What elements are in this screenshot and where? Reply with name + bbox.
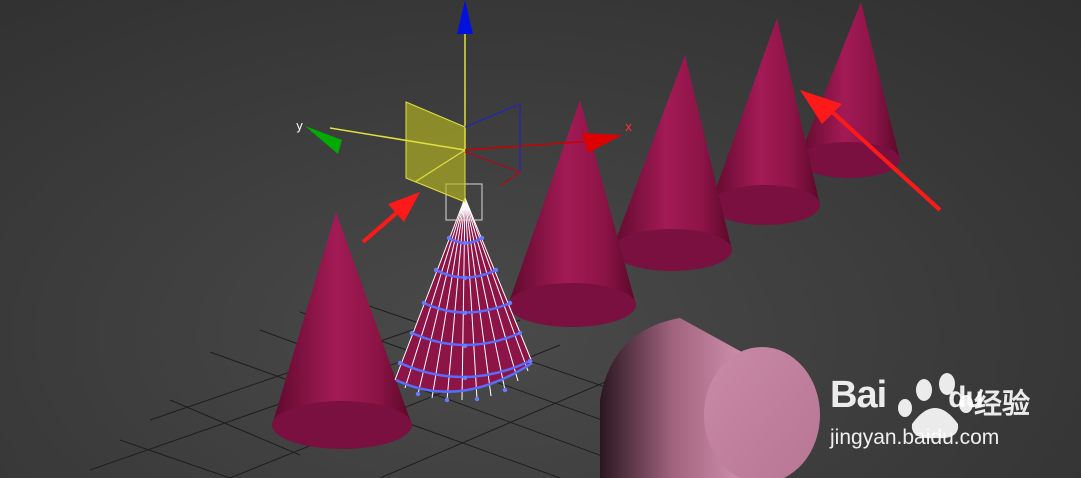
gizmo-y-label: y xyxy=(296,119,303,133)
gizmo-yz-plane[interactable] xyxy=(405,101,466,203)
cone-right-2[interactable] xyxy=(508,100,636,327)
selected-cone-wireframe[interactable] xyxy=(394,183,533,403)
gizmo-x-label: x xyxy=(625,120,632,134)
watermark-brand-cn: 经验 xyxy=(974,387,1031,420)
gizmo-x-arrowhead[interactable] xyxy=(582,133,622,153)
cone-right-3[interactable] xyxy=(612,55,732,271)
watermark-brand: Bai du xyxy=(830,374,984,417)
3d-viewport[interactable]: y x Bai du 经验 jingyan.baidu.com xyxy=(0,0,1081,478)
gizmo-z-arrowhead[interactable] xyxy=(457,0,473,34)
cone-right-far[interactable] xyxy=(798,2,900,178)
watermark-brand-left: Bai xyxy=(830,374,887,416)
cone-right-4[interactable] xyxy=(710,18,820,225)
annotation-arrow-left xyxy=(361,192,420,244)
cone-left[interactable] xyxy=(272,212,412,449)
cylinder-object[interactable] xyxy=(600,318,820,478)
watermark-url: jingyan.baidu.com xyxy=(830,426,1000,449)
baidu-jingyan-watermark: Bai du 经验 jingyan.baidu.com xyxy=(826,362,1056,462)
gizmo-y-arrowhead[interactable] xyxy=(305,126,342,154)
